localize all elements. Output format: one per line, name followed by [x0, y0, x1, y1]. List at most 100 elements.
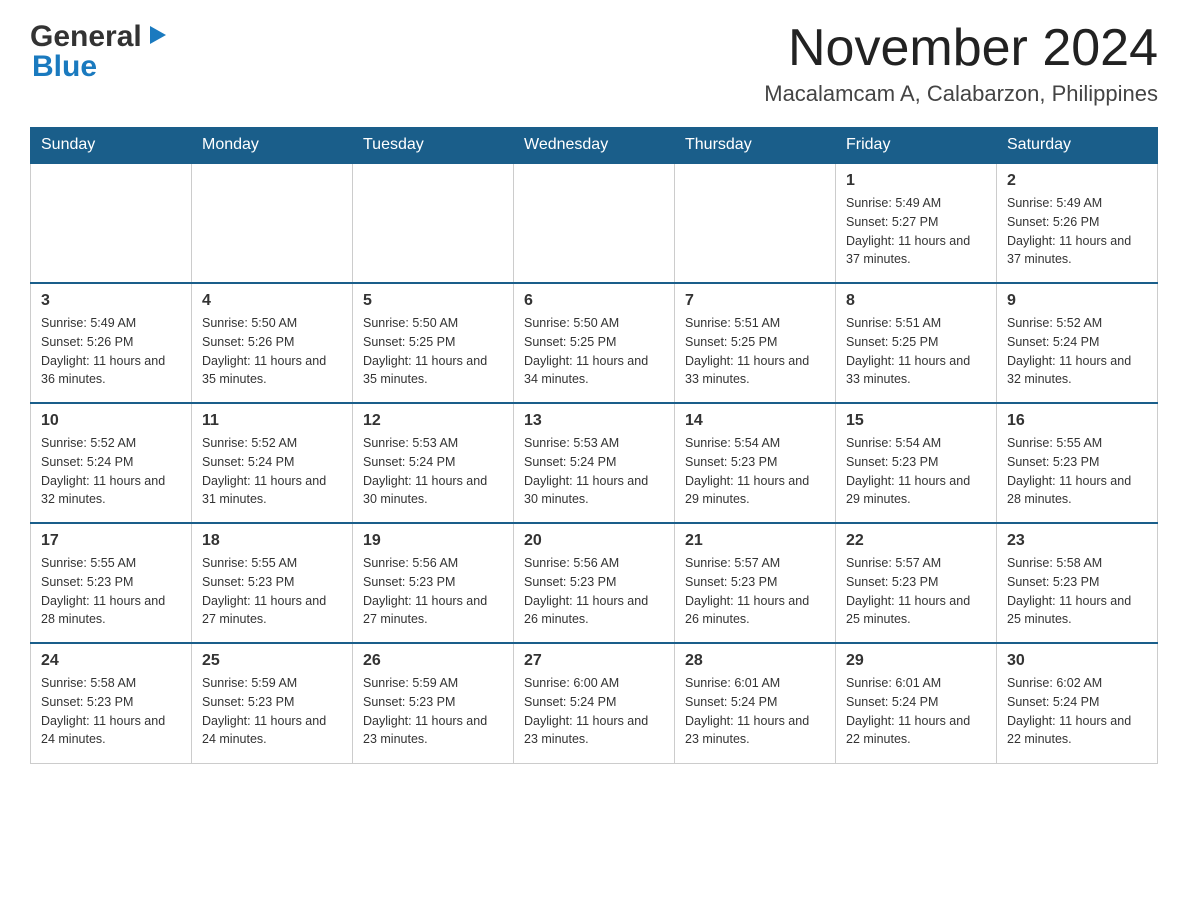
calendar-table: Sunday Monday Tuesday Wednesday Thursday… [30, 127, 1158, 764]
day-number: 9 [1007, 292, 1147, 310]
day-info: Sunrise: 5:49 AMSunset: 5:26 PMDaylight:… [41, 314, 181, 389]
page-header: General Blue November 2024 Macalamcam A,… [30, 20, 1158, 107]
day-number: 4 [202, 292, 342, 310]
day-info: Sunrise: 5:52 AMSunset: 5:24 PMDaylight:… [41, 434, 181, 509]
day-info: Sunrise: 5:51 AMSunset: 5:25 PMDaylight:… [685, 314, 825, 389]
day-number: 30 [1007, 652, 1147, 670]
day-info: Sunrise: 6:01 AMSunset: 5:24 PMDaylight:… [685, 674, 825, 749]
table-row: 29 Sunrise: 6:01 AMSunset: 5:24 PMDayligh… [836, 643, 997, 763]
table-row: 19 Sunrise: 5:56 AMSunset: 5:23 PMDayligh… [353, 523, 514, 643]
location-title: Macalamcam A, Calabarzon, Philippines [764, 81, 1158, 107]
table-row: 28 Sunrise: 6:01 AMSunset: 5:24 PMDayligh… [675, 643, 836, 763]
day-info: Sunrise: 5:50 AMSunset: 5:25 PMDaylight:… [524, 314, 664, 389]
day-number: 18 [202, 532, 342, 550]
day-number: 3 [41, 292, 181, 310]
table-row: 25 Sunrise: 5:59 AMSunset: 5:23 PMDayligh… [192, 643, 353, 763]
calendar-week-row: 10Sunrise: 5:52 AMSunset: 5:24 PMDayligh… [31, 403, 1158, 523]
day-info: Sunrise: 5:54 AMSunset: 5:23 PMDaylight:… [846, 434, 986, 509]
day-info: Sunrise: 5:51 AMSunset: 5:25 PMDaylight:… [846, 314, 986, 389]
logo-arrow-icon [146, 24, 168, 46]
header-sunday: Sunday [31, 128, 192, 164]
day-number: 1 [846, 172, 986, 190]
day-number: 13 [524, 412, 664, 430]
day-number: 12 [363, 412, 503, 430]
header-saturday: Saturday [997, 128, 1158, 164]
table-row: 14Sunrise: 5:54 AMSunset: 5:23 PMDayligh… [675, 403, 836, 523]
day-number: 11 [202, 412, 342, 430]
day-number: 16 [1007, 412, 1147, 430]
table-row: 6 Sunrise: 5:50 AMSunset: 5:25 PMDaylight… [514, 283, 675, 403]
day-number: 23 [1007, 532, 1147, 550]
day-number: 7 [685, 292, 825, 310]
header-friday: Friday [836, 128, 997, 164]
day-number: 6 [524, 292, 664, 310]
table-row: 3 Sunrise: 5:49 AMSunset: 5:26 PMDaylight… [31, 283, 192, 403]
day-info: Sunrise: 5:55 AMSunset: 5:23 PMDaylight:… [41, 554, 181, 629]
table-row: 12 Sunrise: 5:53 AMSunset: 5:24 PMDayligh… [353, 403, 514, 523]
table-row: 9Sunrise: 5:52 AMSunset: 5:24 PMDaylight… [997, 283, 1158, 403]
day-info: Sunrise: 5:50 AMSunset: 5:26 PMDaylight:… [202, 314, 342, 389]
table-row: 15 Sunrise: 5:54 AMSunset: 5:23 PMDayligh… [836, 403, 997, 523]
day-number: 15 [846, 412, 986, 430]
day-info: Sunrise: 5:50 AMSunset: 5:25 PMDaylight:… [363, 314, 503, 389]
day-number: 5 [363, 292, 503, 310]
day-info: Sunrise: 5:49 AMSunset: 5:27 PMDaylight:… [846, 194, 986, 269]
day-info: Sunrise: 6:00 AMSunset: 5:24 PMDaylight:… [524, 674, 664, 749]
day-info: Sunrise: 5:55 AMSunset: 5:23 PMDaylight:… [202, 554, 342, 629]
day-number: 26 [363, 652, 503, 670]
day-number: 27 [524, 652, 664, 670]
day-info: Sunrise: 5:49 AMSunset: 5:26 PMDaylight:… [1007, 194, 1147, 269]
table-row: 7 Sunrise: 5:51 AMSunset: 5:25 PMDaylight… [675, 283, 836, 403]
header-wednesday: Wednesday [514, 128, 675, 164]
day-info: Sunrise: 5:52 AMSunset: 5:24 PMDaylight:… [202, 434, 342, 509]
calendar-week-row: 17Sunrise: 5:55 AMSunset: 5:23 PMDayligh… [31, 523, 1158, 643]
calendar-week-row: 24 Sunrise: 5:58 AMSunset: 5:23 PMDayligh… [31, 643, 1158, 763]
day-info: Sunrise: 5:54 AMSunset: 5:23 PMDaylight:… [685, 434, 825, 509]
day-number: 28 [685, 652, 825, 670]
table-row [514, 163, 675, 283]
header-monday: Monday [192, 128, 353, 164]
table-row: 18 Sunrise: 5:55 AMSunset: 5:23 PMDayligh… [192, 523, 353, 643]
table-row: 20Sunrise: 5:56 AMSunset: 5:23 PMDayligh… [514, 523, 675, 643]
table-row: 1 Sunrise: 5:49 AMSunset: 5:27 PMDaylight… [836, 163, 997, 283]
table-row: 27 Sunrise: 6:00 AMSunset: 5:24 PMDayligh… [514, 643, 675, 763]
day-info: Sunrise: 5:53 AMSunset: 5:24 PMDaylight:… [524, 434, 664, 509]
header-tuesday: Tuesday [353, 128, 514, 164]
table-row: 21 Sunrise: 5:57 AMSunset: 5:23 PMDayligh… [675, 523, 836, 643]
logo-blue-text: Blue [32, 50, 97, 84]
day-number: 25 [202, 652, 342, 670]
day-number: 22 [846, 532, 986, 550]
table-row: 10Sunrise: 5:52 AMSunset: 5:24 PMDayligh… [31, 403, 192, 523]
day-info: Sunrise: 5:55 AMSunset: 5:23 PMDaylight:… [1007, 434, 1147, 509]
table-row: 13 Sunrise: 5:53 AMSunset: 5:24 PMDayligh… [514, 403, 675, 523]
table-row: 30Sunrise: 6:02 AMSunset: 5:24 PMDayligh… [997, 643, 1158, 763]
table-row: 16 Sunrise: 5:55 AMSunset: 5:23 PMDayligh… [997, 403, 1158, 523]
day-number: 24 [41, 652, 181, 670]
table-row [675, 163, 836, 283]
day-info: Sunrise: 5:57 AMSunset: 5:23 PMDaylight:… [685, 554, 825, 629]
table-row: 8Sunrise: 5:51 AMSunset: 5:25 PMDaylight… [836, 283, 997, 403]
table-row [31, 163, 192, 283]
day-info: Sunrise: 5:53 AMSunset: 5:24 PMDaylight:… [363, 434, 503, 509]
month-title: November 2024 [764, 20, 1158, 77]
header-thursday: Thursday [675, 128, 836, 164]
day-number: 2 [1007, 172, 1147, 190]
title-area: November 2024 Macalamcam A, Calabarzon, … [764, 20, 1158, 107]
logo: General Blue [30, 20, 168, 84]
day-info: Sunrise: 5:59 AMSunset: 5:23 PMDaylight:… [202, 674, 342, 749]
table-row: 22Sunrise: 5:57 AMSunset: 5:23 PMDayligh… [836, 523, 997, 643]
table-row: 24 Sunrise: 5:58 AMSunset: 5:23 PMDayligh… [31, 643, 192, 763]
logo-general-text: General [30, 20, 142, 54]
day-number: 21 [685, 532, 825, 550]
day-info: Sunrise: 5:58 AMSunset: 5:23 PMDaylight:… [41, 674, 181, 749]
day-number: 29 [846, 652, 986, 670]
day-number: 20 [524, 532, 664, 550]
day-info: Sunrise: 6:01 AMSunset: 5:24 PMDaylight:… [846, 674, 986, 749]
day-number: 19 [363, 532, 503, 550]
table-row: 4 Sunrise: 5:50 AMSunset: 5:26 PMDaylight… [192, 283, 353, 403]
table-row: 11 Sunrise: 5:52 AMSunset: 5:24 PMDayligh… [192, 403, 353, 523]
day-info: Sunrise: 5:56 AMSunset: 5:23 PMDaylight:… [363, 554, 503, 629]
table-row [353, 163, 514, 283]
day-info: Sunrise: 5:59 AMSunset: 5:23 PMDaylight:… [363, 674, 503, 749]
calendar-week-row: 3 Sunrise: 5:49 AMSunset: 5:26 PMDaylight… [31, 283, 1158, 403]
